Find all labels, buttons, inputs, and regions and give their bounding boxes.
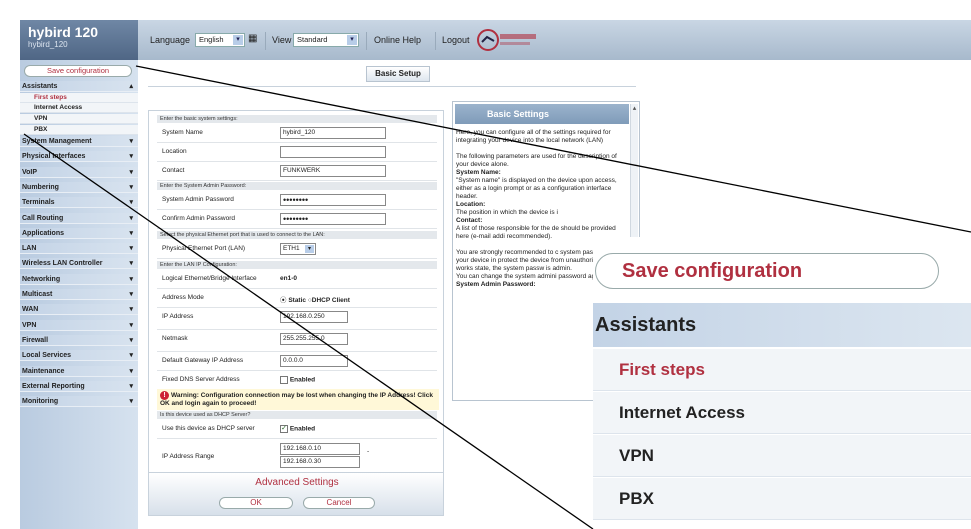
callout-lines — [23, 65, 971, 529]
callout-line — [23, 133, 594, 529]
callout-line — [135, 65, 971, 233]
